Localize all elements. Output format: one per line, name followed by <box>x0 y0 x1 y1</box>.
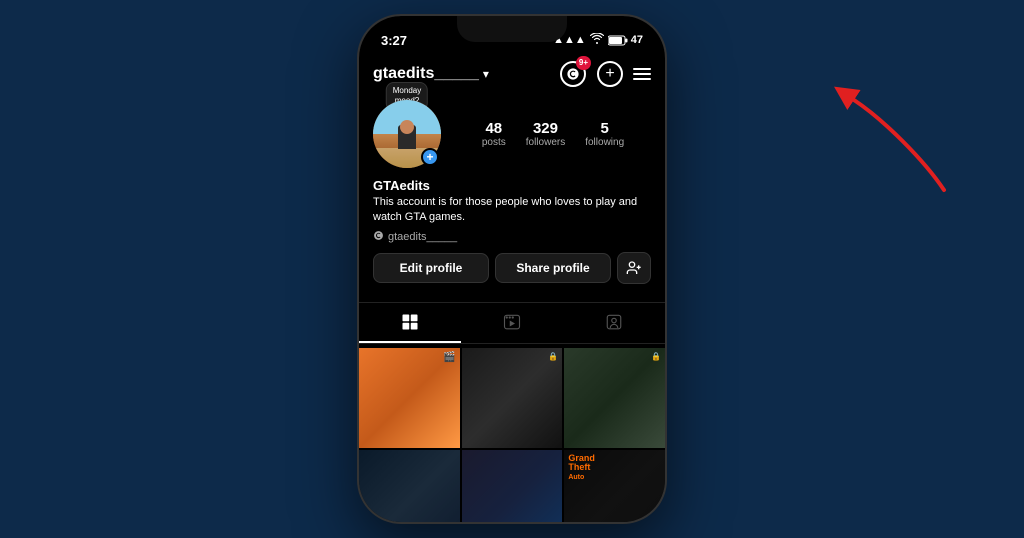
action-buttons: Edit profile Share profile <box>373 252 651 284</box>
stat-following[interactable]: 5 following <box>585 120 624 148</box>
chevron-icon: ▾ <box>483 67 489 81</box>
threads-button[interactable]: 9+ <box>559 60 587 88</box>
status-time: 3:27 <box>381 33 407 48</box>
following-count: 5 <box>601 120 609 137</box>
photo-cell-1[interactable]: 🎬 <box>359 348 460 449</box>
add-person-button[interactable] <box>617 252 651 284</box>
menu-line-2 <box>633 73 651 75</box>
menu-line-1 <box>633 68 651 70</box>
avatar-container: Mondaymood? + <box>373 100 441 168</box>
username-text: gtaedits_____ <box>373 65 479 83</box>
followers-count: 329 <box>533 120 558 137</box>
status-icons: ▲▲▲ <box>553 33 643 47</box>
phone-shell: 3:27 ▲▲▲ <box>357 14 667 524</box>
photo-cell-5[interactable]: CODA <box>462 450 563 522</box>
menu-line-3 <box>633 78 651 80</box>
profile-section: Mondaymood? + <box>359 96 665 302</box>
posts-count: 48 <box>485 120 502 137</box>
battery-icon: 47 <box>608 34 643 46</box>
screen: 3:27 ▲▲▲ <box>359 16 665 522</box>
photo-cell-2[interactable]: 🔒 <box>462 348 563 449</box>
bio-section: GTAedits This account is for those peopl… <box>373 178 651 244</box>
arrow-annotation <box>834 80 964 215</box>
add-button[interactable]: + <box>597 61 623 87</box>
scene: 3:27 ▲▲▲ <box>0 0 1024 538</box>
following-label: following <box>585 137 624 148</box>
stat-posts[interactable]: 48 posts <box>482 120 506 148</box>
wifi-icon <box>590 33 604 47</box>
display-name: GTAedits <box>373 178 651 193</box>
threads-badge: 9+ <box>576 56 591 70</box>
menu-button[interactable] <box>633 68 651 80</box>
tab-reels[interactable] <box>461 303 563 343</box>
battery-level: 47 <box>631 34 643 46</box>
photo-grid: 🎬 🔒 🔒 CODA <box>359 348 665 522</box>
followers-label: followers <box>526 137 565 148</box>
video-badge-3: 🔒 <box>651 352 661 361</box>
username-area[interactable]: gtaedits_____ ▾ <box>373 65 489 83</box>
add-icon: + <box>605 66 614 82</box>
stat-followers[interactable]: 329 followers <box>526 120 565 148</box>
header-icons: 9+ + <box>559 60 651 88</box>
photo-cell-4[interactable] <box>359 450 460 522</box>
threads-username: gtaedits_____ <box>388 231 457 243</box>
tab-grid[interactable] <box>359 303 461 343</box>
threads-link-icon <box>373 230 384 244</box>
video-badge-2: 🔒 <box>548 352 558 361</box>
avatar-add-plus[interactable]: + <box>421 148 439 166</box>
photo-cell-6[interactable]: #19 A BEAUTIFUL MIND GrandTheftAuto <box>564 450 665 522</box>
photo-cell-3[interactable]: 🔒 <box>564 348 665 449</box>
arrow-svg <box>834 80 964 210</box>
tab-bar <box>359 302 665 344</box>
share-profile-button[interactable]: Share profile <box>495 253 611 283</box>
threads-link[interactable]: gtaedits_____ <box>373 230 651 244</box>
stats-row: 48 posts 329 followers 5 following <box>455 120 651 148</box>
tab-tagged[interactable] <box>563 303 665 343</box>
posts-label: posts <box>482 137 506 148</box>
edit-profile-button[interactable]: Edit profile <box>373 253 489 283</box>
profile-row: Mondaymood? + <box>373 100 651 168</box>
phone-notch <box>457 16 567 42</box>
bio-text: This account is for those people who lov… <box>373 195 651 226</box>
video-badge-1: 🎬 <box>443 352 455 363</box>
